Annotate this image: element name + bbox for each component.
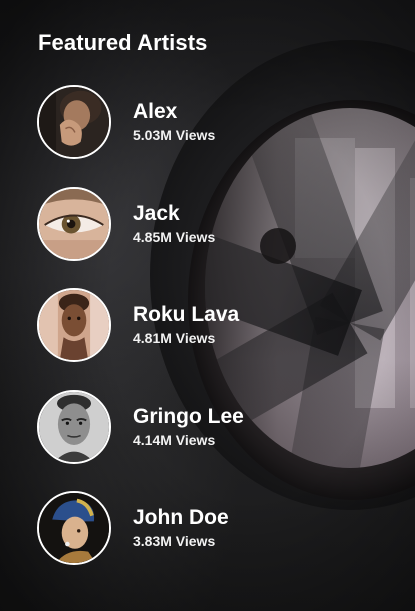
artist-avatar[interactable] (37, 288, 111, 362)
artist-name: Roku Lava (133, 303, 240, 326)
artist-item-roku-lava[interactable]: Roku Lava 4.81M Views (37, 286, 377, 364)
artist-avatar[interactable] (37, 389, 111, 464)
portrait-man-bw-icon (39, 391, 109, 462)
artist-name: John Doe (133, 506, 229, 529)
artist-views: 3.83M Views (133, 533, 216, 549)
artist-name: Gringo Lee (133, 404, 244, 428)
artist-avatar[interactable] (37, 186, 111, 261)
portrait-eye-closeup-icon (39, 188, 109, 259)
artist-views: 4.81M Views (133, 330, 216, 346)
artist-avatar[interactable] (37, 491, 111, 565)
artist-item-john-doe[interactable]: John Doe 3.83M Views (37, 489, 377, 567)
featured-artists-screen: Featured Artists Alex 5.03M Views Jack 4… (0, 0, 415, 611)
artist-item-jack[interactable]: Jack 4.85M Views (37, 185, 377, 263)
artist-views: 4.85M Views (133, 228, 216, 245)
portrait-praying-hands-icon (39, 87, 109, 157)
artist-avatar[interactable] (37, 85, 111, 159)
artist-list: Alex 5.03M Views Jack 4.85M Views Roku L… (37, 83, 377, 591)
artist-views: 5.03M Views (133, 127, 216, 143)
artist-name: Alex (133, 100, 178, 123)
section-title: Featured Artists (38, 30, 208, 55)
artist-item-gringo-lee[interactable]: Gringo Lee 4.14M Views (37, 388, 377, 466)
artist-views: 4.14M Views (133, 431, 216, 448)
artist-item-alex[interactable]: Alex 5.03M Views (37, 83, 377, 161)
portrait-pearl-earring-icon (39, 493, 109, 563)
portrait-young-girl-icon (39, 290, 109, 360)
artist-name: Jack (133, 201, 180, 225)
